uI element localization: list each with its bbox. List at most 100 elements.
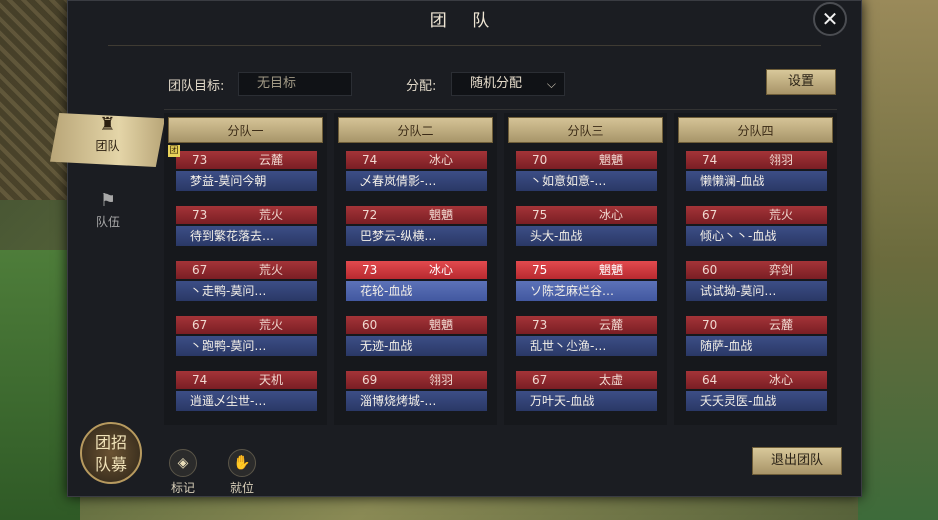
member-slot[interactable]: 73 冰心 花轮-血战 bbox=[334, 261, 497, 316]
member-level-bar: 60 魍魉 bbox=[346, 316, 487, 334]
tab-squad[interactable]: ⚑ 队伍 bbox=[78, 189, 138, 230]
member-level: 74 bbox=[702, 153, 718, 167]
team-goal-label: 团队目标: bbox=[168, 79, 225, 94]
member-name: 试试拗-莫问… bbox=[686, 281, 827, 301]
team-goal-field[interactable]: 无目标 bbox=[238, 72, 352, 96]
member-name: 淄博烧烤城-… bbox=[346, 391, 487, 411]
member-slot[interactable]: 73 云麓 梦益-莫问今朝 团 bbox=[164, 145, 327, 206]
member-level-bar: 74 冰心 bbox=[346, 151, 487, 169]
member-slot[interactable]: 74 翎羽 懒懒澜-血战 bbox=[674, 151, 837, 206]
member-level: 74 bbox=[362, 153, 378, 167]
member-slot[interactable]: 74 冰心乄春岚倩影-… bbox=[334, 151, 497, 206]
member-class: 荒火 bbox=[258, 263, 283, 277]
member-name: 无迹-血战 bbox=[346, 336, 487, 356]
member-class: 云麓 bbox=[258, 153, 283, 167]
member-slot[interactable]: 73 荒火 待到繁花落去… bbox=[164, 206, 327, 261]
member-level-bar: 64 冰心 bbox=[686, 371, 827, 389]
member-name: 梦益-莫问今朝 bbox=[176, 171, 317, 191]
member-level-bar: 67 太虚 bbox=[516, 371, 657, 389]
squad-column: 分队二 74 冰心 乄春岚倩影-… 72 魍魉 巴梦云-纵横… 73 冰心 花轮-血战 60 魍魉 无迹… bbox=[334, 113, 497, 425]
member-class: 云麓 bbox=[768, 318, 793, 332]
squad-flag-icon: ⚑ bbox=[99, 190, 117, 211]
member-slot[interactable]: 74 天机逍遥乄尘世-… bbox=[164, 371, 327, 426]
member-level-bar: 70 魍魉 bbox=[516, 151, 657, 169]
member-slot[interactable]: 67 荒火 丶走鸭-莫问… bbox=[164, 261, 327, 316]
scenery-right bbox=[858, 0, 938, 520]
member-name: 乱世丶尐渔-… bbox=[516, 336, 657, 356]
mark-icon: ◈ bbox=[169, 449, 197, 477]
tab-squad-label: 队伍 bbox=[95, 215, 120, 229]
squad-header[interactable]: 分队二 bbox=[338, 117, 493, 143]
member-level: 73 bbox=[192, 208, 208, 222]
member-name: 懒懒澜-血战 bbox=[686, 171, 827, 191]
chevron-down-icon: ⌵ bbox=[546, 77, 556, 91]
ready-button[interactable]: ✋ 就位 bbox=[222, 449, 262, 496]
member-slot[interactable]: 67 荒火 倾心丶丶-血战 bbox=[674, 206, 837, 261]
member-slot[interactable]: 60 弈剑试试拗-莫问… bbox=[674, 261, 837, 316]
exit-team-button[interactable]: 退出团队 bbox=[752, 447, 842, 475]
distribution-select[interactable]: 随机分配 ⌵ bbox=[451, 72, 565, 96]
squad-column: 分队四 74 翎羽 懒懒澜-血战 67 荒火 倾心丶丶-血战 60 弈剑试试拗-莫问… 70 云麓随… bbox=[674, 113, 837, 425]
member-level: 70 bbox=[532, 153, 548, 167]
member-level-bar: 60 弈剑 bbox=[686, 261, 827, 279]
member-slot[interactable]: 60 魍魉无迹-血战 bbox=[334, 316, 497, 371]
member-name: 倾心丶丶-血战 bbox=[686, 226, 827, 246]
member-slot[interactable]: 70 魍魉丶如意如意-… bbox=[504, 151, 667, 206]
member-slot[interactable]: 67 太虚万叶天-血战 bbox=[504, 371, 667, 426]
member-class: 魍魉 bbox=[428, 208, 453, 222]
ready-label: 就位 bbox=[229, 481, 254, 495]
member-slot[interactable]: 64 冰心 夭夭灵医-血战 bbox=[674, 371, 837, 426]
member-name: 巴梦云-纵横… bbox=[346, 226, 487, 246]
settings-button[interactable]: 设置 bbox=[766, 69, 836, 95]
member-level: 74 bbox=[192, 373, 208, 387]
close-button[interactable]: ✕ bbox=[813, 2, 847, 36]
member-name: 随萨-血战 bbox=[686, 336, 827, 356]
member-name: 丶如意如意-… bbox=[516, 171, 657, 191]
member-slot[interactable]: 70 云麓随萨-血战 bbox=[674, 316, 837, 371]
distribution-value: 随机分配 bbox=[470, 76, 523, 91]
member-slot[interactable]: 72 魍魉 巴梦云-纵横… bbox=[334, 206, 497, 261]
recruit-line-1: 团招 bbox=[94, 433, 127, 452]
member-level-bar: 74 天机 bbox=[176, 371, 317, 389]
member-level: 70 bbox=[702, 318, 718, 332]
member-level-bar: 73 冰心 bbox=[346, 261, 487, 279]
member-slot[interactable]: 75 魍魉 ソ陈芝麻烂谷… bbox=[504, 261, 667, 316]
member-level: 67 bbox=[192, 263, 208, 277]
member-level-bar: 67 荒火 bbox=[176, 261, 317, 279]
squad-header[interactable]: 分队三 bbox=[508, 117, 663, 143]
member-level-bar: 73 云麓 bbox=[176, 151, 317, 169]
member-level-bar: 73 云麓 bbox=[516, 316, 657, 334]
member-slot[interactable]: 75 冰心头大-血战 bbox=[504, 206, 667, 261]
member-name: 乄春岚倩影-… bbox=[346, 171, 487, 191]
member-class: 荒火 bbox=[258, 318, 283, 332]
squad-grid: 分队一 73 云麓 梦益-莫问今朝团 73 荒火 待到繁花落去… 67 荒火 丶走鸭-莫问… 67 荒… bbox=[164, 113, 844, 425]
close-icon: ✕ bbox=[821, 7, 839, 31]
tab-team[interactable]: ♜ 团队 bbox=[50, 113, 165, 167]
member-class: 冰心 bbox=[768, 373, 793, 387]
member-level: 60 bbox=[702, 263, 718, 277]
mark-button[interactable]: ◈ 标记 bbox=[163, 449, 203, 496]
member-class: 翎羽 bbox=[428, 373, 453, 387]
member-level: 73 bbox=[192, 153, 208, 167]
recruit-line-2: 队募 bbox=[94, 455, 127, 474]
member-level: 69 bbox=[362, 373, 378, 387]
mark-label: 标记 bbox=[170, 481, 195, 495]
squad-header[interactable]: 分队一 bbox=[168, 117, 323, 143]
member-class: 弈剑 bbox=[768, 263, 793, 277]
member-name: 头大-血战 bbox=[516, 226, 657, 246]
member-name: 万叶天-血战 bbox=[516, 391, 657, 411]
member-name: 逍遥乄尘世-… bbox=[176, 391, 317, 411]
member-slot[interactable]: 73 云麓乱世丶尐渔-… bbox=[504, 316, 667, 371]
member-slot[interactable]: 67 荒火 丶跑鸭-莫问… bbox=[164, 316, 327, 371]
member-level: 75 bbox=[532, 208, 548, 222]
member-level: 75 bbox=[532, 263, 548, 277]
recruit-button[interactable]: 团招 队募 bbox=[80, 422, 142, 484]
member-class: 冰心 bbox=[598, 208, 623, 222]
member-class: 魍魉 bbox=[598, 153, 623, 167]
member-class: 云麓 bbox=[598, 318, 623, 332]
squad-header[interactable]: 分队四 bbox=[678, 117, 833, 143]
member-slot[interactable]: 69 翎羽淄博烧烤城-… bbox=[334, 371, 497, 426]
title-divider bbox=[108, 45, 821, 46]
member-level-bar: 67 荒火 bbox=[176, 316, 317, 334]
member-name: 待到繁花落去… bbox=[176, 226, 317, 246]
